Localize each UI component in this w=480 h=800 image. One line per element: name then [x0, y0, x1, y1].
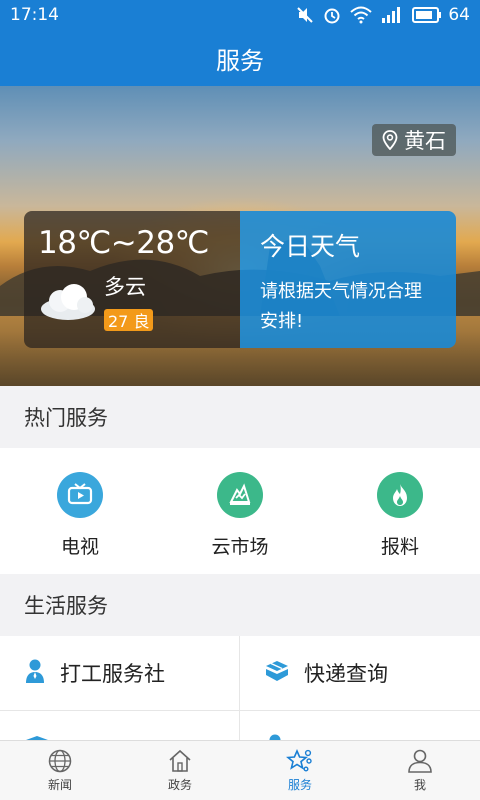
- tab-label: 新闻: [47, 778, 72, 792]
- hot-services-title: 热门服务: [0, 386, 480, 448]
- wifi-icon: [350, 6, 373, 24]
- hot-service-label: 报料: [380, 536, 419, 558]
- battery-level: 64: [448, 5, 470, 25]
- life-services-grid: 打工服务社 快递查询: [0, 636, 480, 740]
- today-weather-desc: 请根据天气情况合理安排!: [260, 281, 422, 332]
- location-button[interactable]: 黄石: [372, 124, 456, 156]
- hot-service-label: 云市场: [211, 536, 269, 558]
- life-service-label: 打工服务社: [60, 662, 165, 686]
- life-service-item-3[interactable]: [0, 711, 240, 740]
- star-icon: [286, 748, 312, 772]
- tab-services[interactable]: 服务: [240, 741, 360, 800]
- life-service-item-4[interactable]: [240, 711, 480, 740]
- battery: 64: [412, 5, 470, 25]
- weather-condition: 多云: [104, 275, 146, 299]
- tab-news[interactable]: 新闻: [0, 741, 120, 800]
- life-service-label: 快递查询: [304, 662, 388, 686]
- bottom-tabbar: 新闻 政务 服务 我: [0, 740, 480, 800]
- page-title: 服务: [0, 30, 480, 86]
- signal-3g-icon: [381, 6, 403, 24]
- tab-label: 政务: [167, 778, 192, 792]
- life-service-express[interactable]: 快递查询: [240, 636, 480, 711]
- life-service-worker[interactable]: 打工服务社: [0, 636, 240, 711]
- hot-service-tv[interactable]: 电视: [0, 448, 160, 574]
- mute-icon: [296, 6, 314, 24]
- aqi-badge: 27 良: [104, 309, 154, 331]
- life-services-title: 生活服务: [0, 574, 480, 636]
- hot-service-report[interactable]: 报料: [320, 448, 480, 574]
- hot-service-market[interactable]: 云市场: [160, 448, 320, 574]
- today-weather-title: 今日天气: [260, 232, 361, 261]
- alarm-icon: [323, 6, 341, 24]
- home-icon: [169, 749, 191, 772]
- location-pin-icon: [382, 130, 398, 150]
- location-label: 黄石: [404, 129, 446, 153]
- flame-icon: [377, 472, 423, 518]
- tab-government[interactable]: 政务: [120, 741, 240, 800]
- hot-service-label: 电视: [60, 536, 99, 558]
- tab-me[interactable]: 我: [360, 741, 480, 800]
- market-icon: [217, 472, 263, 518]
- temperature-range: 18℃~28℃: [38, 225, 210, 261]
- battery-icon: [412, 7, 442, 23]
- today-weather-card[interactable]: 今日天气 请根据天气情况合理安排!: [240, 211, 456, 348]
- cloud-icon: [38, 279, 98, 327]
- tab-label: 服务: [287, 778, 312, 792]
- weather-card[interactable]: 18℃~28℃ 多云 27 良: [24, 211, 240, 348]
- tab-label: 我: [413, 778, 426, 792]
- user-icon: [408, 749, 432, 773]
- status-bar: 17:14 64: [0, 0, 480, 30]
- package-icon: [264, 659, 290, 688]
- hot-services-panel: 电视 云市场 报料: [0, 448, 480, 574]
- globe-icon: [48, 749, 72, 773]
- worker-icon: [24, 658, 46, 689]
- status-time: 17:14: [10, 5, 59, 25]
- person-icon: [264, 733, 286, 740]
- tv-icon: [57, 472, 103, 518]
